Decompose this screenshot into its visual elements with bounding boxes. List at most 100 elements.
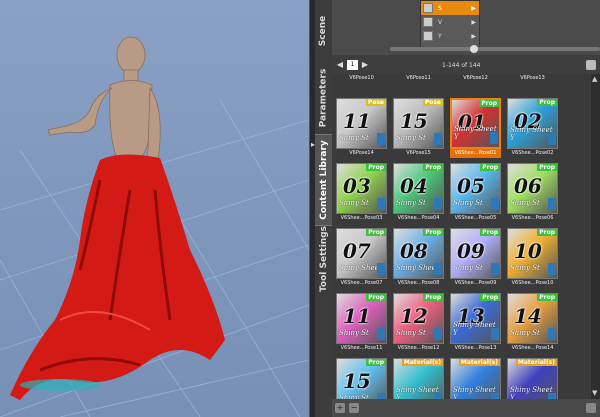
- resize-grip-icon[interactable]: [586, 403, 596, 413]
- scrollbar-thumb[interactable]: [470, 45, 478, 53]
- grid-scrollbar[interactable]: ▲ ▼: [591, 74, 600, 399]
- bottom-bar: + −: [332, 399, 600, 417]
- type-badge: Prop: [480, 229, 500, 236]
- item-label: V6Shee...Pose14: [511, 345, 554, 351]
- sticker-icon: [491, 328, 499, 340]
- item-thumbnail: Prop 08 Shiny Sheet: [393, 228, 444, 279]
- item-thumbnail: Material(s) Shiny Sheet Y: [450, 358, 501, 399]
- grid-item[interactable]: Pose 15 Shiny St V6Pose15: [393, 98, 444, 158]
- item-thumbnail: Prop 14 Shiny St: [507, 293, 558, 344]
- 3d-viewport[interactable]: [0, 0, 309, 417]
- grid-item[interactable]: Material(s) Shiny Sheet Y: [393, 358, 444, 399]
- item-thumbnail: Prop 09 Shiny St: [450, 228, 501, 279]
- type-badge: Prop: [366, 294, 386, 301]
- brand-text: Shiny St: [339, 199, 369, 207]
- type-badge: Pose: [422, 99, 443, 106]
- type-badge: Prop: [423, 229, 443, 236]
- grid-item[interactable]: Material(s) Shiny Sheet Y: [450, 358, 501, 399]
- item-label: V6Shee...Pose08: [397, 280, 440, 286]
- item-thumbnail: Prop 02 Shiny Sheet Y: [507, 98, 558, 149]
- item-label: V6Shee...Pose13: [454, 345, 497, 351]
- item-thumbnail: Material(s) Shiny Sheet Y: [507, 358, 558, 399]
- submenu-arrow-icon: ▶: [471, 18, 476, 26]
- item-thumbnail: Prop 06 Shiny St: [507, 163, 558, 214]
- sticker-icon: [377, 133, 385, 145]
- remove-icon[interactable]: −: [349, 403, 359, 413]
- brand-text: Shiny St: [396, 329, 426, 337]
- item-label: V6Shee...Pose05: [454, 215, 497, 221]
- tab-tool-settings[interactable]: Tool Settings: [315, 224, 332, 294]
- grid-item[interactable]: Prop 10 Shiny St V6Shee...Pose10: [507, 228, 558, 288]
- menu-item-s[interactable]: S ▶: [421, 1, 479, 15]
- viewport-scene: [0, 36, 309, 417]
- brand-text: Shiny St: [453, 264, 483, 272]
- grid-item[interactable]: Prop 03 Shiny St V6Shee...Pose03: [336, 163, 387, 223]
- item-number: 15: [343, 369, 371, 393]
- scroll-up-icon[interactable]: ▲: [592, 76, 599, 83]
- sticker-icon: [377, 198, 385, 210]
- sticker-icon: [434, 328, 442, 340]
- folder-icon: [423, 17, 433, 27]
- left-arrow-icon[interactable]: ◀: [335, 60, 345, 70]
- item-count: 1-144 of 144: [442, 62, 481, 69]
- item-thumbnail: Material(s) Shiny Sheet Y: [393, 358, 444, 399]
- menu-item-label: S: [438, 4, 442, 12]
- type-badge: Prop: [423, 164, 443, 171]
- sticker-icon: [491, 198, 499, 210]
- submenu-arrow-icon: ▶: [471, 4, 476, 12]
- grid-item[interactable]: Prop 14 Shiny St V6Shee...Pose14: [507, 293, 558, 353]
- grid-item[interactable]: V6Pose13: [507, 74, 558, 86]
- submenu-arrow-icon: ▶: [471, 32, 476, 40]
- item-label: V6Shee...Pose03: [340, 215, 383, 221]
- grid-item[interactable]: Prop 06 Shiny St V6Shee...Pose06: [507, 163, 558, 223]
- type-badge: Material(s): [458, 359, 500, 366]
- item-label: V6Pose15: [406, 150, 431, 156]
- grid-item[interactable]: Prop 09 Shiny St V6Shee...Pose09: [450, 228, 501, 288]
- sticker-icon: [434, 198, 442, 210]
- type-badge: Prop: [366, 359, 386, 366]
- item-label: V6Shee...Pose02: [511, 150, 554, 156]
- grid-item[interactable]: Material(s) Shiny Sheet Y: [507, 358, 558, 399]
- item-number: 11: [343, 109, 371, 133]
- grid-item[interactable]: Prop 08 Shiny Sheet V6Shee...Pose08: [393, 228, 444, 288]
- grid-item[interactable]: Prop 01 Shiny Sheet Y V6Shee...Pose01: [450, 98, 501, 158]
- grid-item[interactable]: Prop 11 Shiny St V6Shee...Pose11: [336, 293, 387, 353]
- grid-item[interactable]: Prop 12 Shiny St V6Shee...Pose12: [393, 293, 444, 353]
- scene-dropdown-menu[interactable]: S ▶ V ▶ Y ▶: [420, 0, 480, 48]
- scene-scrollbar[interactable]: [390, 45, 600, 53]
- tab-scene[interactable]: Scene: [315, 0, 332, 62]
- red-dress: [10, 154, 225, 400]
- grid-item[interactable]: V6Pose11: [393, 74, 444, 86]
- menu-item-y[interactable]: Y ▶: [421, 29, 479, 43]
- item-number: 05: [457, 174, 485, 198]
- tab-tool-settings-label: Tool Settings: [318, 225, 329, 293]
- item-thumbnail: Prop 04 Shiny St: [393, 163, 444, 214]
- sticker-icon: [491, 263, 499, 275]
- grid-item[interactable]: V6Pose10: [336, 74, 387, 86]
- menu-options-icon[interactable]: [586, 60, 596, 70]
- grid-item[interactable]: Pose 11 Shiny St V6Pose14: [336, 98, 387, 158]
- grid-item[interactable]: V6Pose12: [450, 74, 501, 86]
- tab-content-library[interactable]: Content Library: [315, 134, 332, 226]
- item-label: V6Shee...Pose09: [454, 280, 497, 286]
- tab-parameters[interactable]: Parameters: [315, 62, 332, 134]
- grid-item[interactable]: Prop 07 Shiny Sheet V6Shee...Pose07: [336, 228, 387, 288]
- item-label: V6Shee...Pose10: [511, 280, 554, 286]
- grid-item[interactable]: Prop 13 Shiny Sheet Y V6Shee...Pose13: [450, 293, 501, 353]
- item-thumbnail: Pose 15 Shiny St: [393, 98, 444, 149]
- menu-item-v[interactable]: V ▶: [421, 15, 479, 29]
- item-label: V6Pose10: [349, 75, 374, 81]
- add-icon[interactable]: +: [335, 403, 345, 413]
- grid-item[interactable]: Prop 02 Shiny Sheet Y V6Shee...Pose02: [507, 98, 558, 158]
- folder-icon: [423, 3, 433, 13]
- scroll-down-icon[interactable]: ▼: [592, 390, 599, 397]
- page-number-field[interactable]: 1: [347, 60, 358, 70]
- right-arrow-icon[interactable]: ▶: [360, 60, 370, 70]
- item-number: 04: [400, 174, 428, 198]
- type-badge: Prop: [537, 99, 557, 106]
- grid-item[interactable]: Prop 04 Shiny St V6Shee...Pose04: [393, 163, 444, 223]
- grid-item[interactable]: Prop 15 Shiny St: [336, 358, 387, 399]
- grid-item[interactable]: Prop 05 Shiny St V6Shee...Pose05: [450, 163, 501, 223]
- item-thumbnail: Prop 12 Shiny St: [393, 293, 444, 344]
- item-thumbnail: Prop 07 Shiny Sheet: [336, 228, 387, 279]
